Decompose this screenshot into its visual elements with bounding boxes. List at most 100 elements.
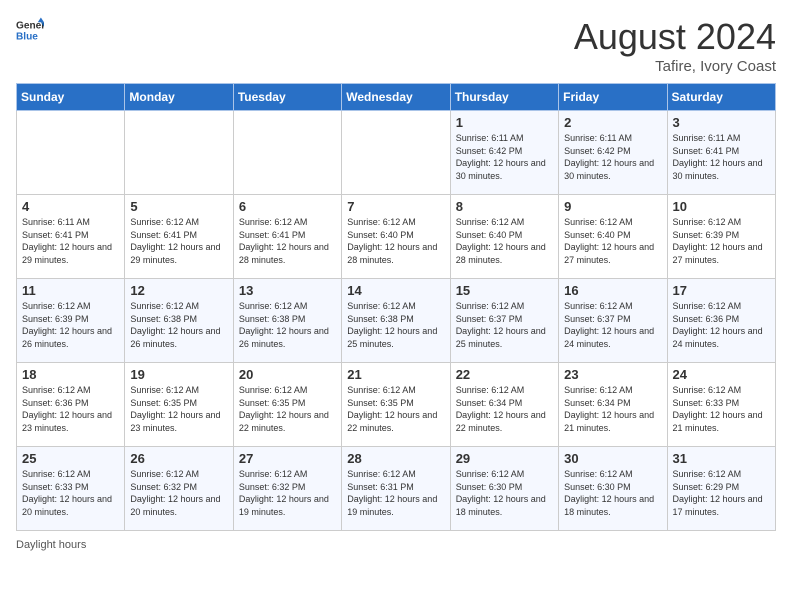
calendar-cell: 7Sunrise: 6:12 AM Sunset: 6:40 PM Daylig… xyxy=(342,195,450,279)
calendar-cell xyxy=(233,111,341,195)
calendar-cell: 24Sunrise: 6:12 AM Sunset: 6:33 PM Dayli… xyxy=(667,363,775,447)
day-info: Sunrise: 6:12 AM Sunset: 6:38 PM Dayligh… xyxy=(130,300,227,350)
calendar-cell: 25Sunrise: 6:12 AM Sunset: 6:33 PM Dayli… xyxy=(17,447,125,531)
day-header-tuesday: Tuesday xyxy=(233,84,341,111)
footer: Daylight hours xyxy=(16,539,776,551)
calendar-cell: 29 Sunrise: 6:12 AM Sunset: 6:30 PM Dayli… xyxy=(450,447,558,531)
day-info: Sunrise: 6:11 AM Sunset: 6:41 PM Dayligh… xyxy=(22,216,119,266)
calendar-cell: 11 Sunrise: 6:12 AM Sunset: 6:39 PM Dayli… xyxy=(17,279,125,363)
day-info: Sunrise: 6:12 AM Sunset: 6:37 PM Dayligh… xyxy=(564,300,661,350)
calendar-cell: 10 Sunrise: 6:12 AM Sunset: 6:39 PM Dayli… xyxy=(667,195,775,279)
day-info: Sunrise: 6:12 AM Sunset: 6:38 PM Dayligh… xyxy=(347,300,444,350)
day-header-monday: Monday xyxy=(125,84,233,111)
day-info: Sunrise: 6:12 AM Sunset: 6:39 PM Dayligh… xyxy=(673,216,770,266)
day-info: Sunrise: 6:12 AM Sunset: 6:41 PM Dayligh… xyxy=(239,216,336,266)
calendar-cell: 1 Sunrise: 6:11 AM Sunset: 6:42 PM Daylig… xyxy=(450,111,558,195)
calendar-cell: 9 Sunrise: 6:12 AM Sunset: 6:40 PM Daylig… xyxy=(559,195,667,279)
day-number: 10 xyxy=(673,199,770,214)
day-number: 4 xyxy=(22,199,119,214)
day-info: Sunrise: 6:12 AM Sunset: 6:34 PM Dayligh… xyxy=(456,384,553,434)
day-header-friday: Friday xyxy=(559,84,667,111)
day-info: Sunrise: 6:12 AM Sunset: 6:35 PM Dayligh… xyxy=(239,384,336,434)
calendar-cell: 22 Sunrise: 6:12 AM Sunset: 6:34 PM Dayli… xyxy=(450,363,558,447)
calendar-cell: 28Sunrise: 6:12 AM Sunset: 6:31 PM Dayli… xyxy=(342,447,450,531)
calendar-cell xyxy=(17,111,125,195)
calendar-cell: 18Sunrise: 6:12 AM Sunset: 6:36 PM Dayli… xyxy=(17,363,125,447)
day-info: Sunrise: 6:12 AM Sunset: 6:40 PM Dayligh… xyxy=(564,216,661,266)
day-info: Sunrise: 6:12 AM Sunset: 6:35 PM Dayligh… xyxy=(347,384,444,434)
day-info: Sunrise: 6:12 AM Sunset: 6:40 PM Dayligh… xyxy=(347,216,444,266)
day-info: Sunrise: 6:12 AM Sunset: 6:39 PM Dayligh… xyxy=(22,300,119,350)
calendar-cell: 8 Sunrise: 6:12 AM Sunset: 6:40 PM Daylig… xyxy=(450,195,558,279)
day-number: 22 xyxy=(456,367,553,382)
day-info: Sunrise: 6:12 AM Sunset: 6:30 PM Dayligh… xyxy=(456,468,553,518)
calendar-cell: 17Sunrise: 6:12 AM Sunset: 6:36 PM Dayli… xyxy=(667,279,775,363)
calendar-cell: 26Sunrise: 6:12 AM Sunset: 6:32 PM Dayli… xyxy=(125,447,233,531)
calendar-cell: 3 Sunrise: 6:11 AM Sunset: 6:41 PM Daylig… xyxy=(667,111,775,195)
day-info: Sunrise: 6:11 AM Sunset: 6:41 PM Dayligh… xyxy=(673,132,770,182)
day-number: 20 xyxy=(239,367,336,382)
page-header: General Blue August 2024 Tafire, Ivory C… xyxy=(16,16,776,75)
day-number: 2 xyxy=(564,115,661,130)
day-number: 6 xyxy=(239,199,336,214)
calendar-cell: 14 Sunrise: 6:12 AM Sunset: 6:38 PM Dayli… xyxy=(342,279,450,363)
logo: General Blue xyxy=(16,16,44,44)
day-number: 18 xyxy=(22,367,119,382)
day-number: 16 xyxy=(564,283,661,298)
day-number: 27 xyxy=(239,451,336,466)
calendar-cell: 19Sunrise: 6:12 AM Sunset: 6:35 PM Dayli… xyxy=(125,363,233,447)
calendar-week-5: 25Sunrise: 6:12 AM Sunset: 6:33 PM Dayli… xyxy=(17,447,776,531)
day-number: 9 xyxy=(564,199,661,214)
calendar-cell: 31 Sunrise: 6:12 AM Sunset: 6:29 PM Dayli… xyxy=(667,447,775,531)
day-number: 5 xyxy=(130,199,227,214)
day-number: 12 xyxy=(130,283,227,298)
day-number: 21 xyxy=(347,367,444,382)
calendar-week-2: 4 Sunrise: 6:11 AM Sunset: 6:41 PM Daylig… xyxy=(17,195,776,279)
day-info: Sunrise: 6:12 AM Sunset: 6:33 PM Dayligh… xyxy=(673,384,770,434)
day-number: 8 xyxy=(456,199,553,214)
calendar-cell: 2 Sunrise: 6:11 AM Sunset: 6:42 PM Daylig… xyxy=(559,111,667,195)
calendar-cell: 12 Sunrise: 6:12 AM Sunset: 6:38 PM Dayli… xyxy=(125,279,233,363)
calendar-cell: 15 Sunrise: 6:12 AM Sunset: 6:37 PM Dayli… xyxy=(450,279,558,363)
month-year: August 2024 xyxy=(574,16,776,58)
day-info: Sunrise: 6:12 AM Sunset: 6:37 PM Dayligh… xyxy=(456,300,553,350)
day-header-wednesday: Wednesday xyxy=(342,84,450,111)
day-number: 1 xyxy=(456,115,553,130)
calendar-cell: 5Sunrise: 6:12 AM Sunset: 6:41 PM Daylig… xyxy=(125,195,233,279)
calendar-cell: 4 Sunrise: 6:11 AM Sunset: 6:41 PM Daylig… xyxy=(17,195,125,279)
calendar-cell xyxy=(125,111,233,195)
calendar-week-4: 18Sunrise: 6:12 AM Sunset: 6:36 PM Dayli… xyxy=(17,363,776,447)
day-number: 23 xyxy=(564,367,661,382)
day-info: Sunrise: 6:12 AM Sunset: 6:38 PM Dayligh… xyxy=(239,300,336,350)
day-number: 14 xyxy=(347,283,444,298)
day-info: Sunrise: 6:11 AM Sunset: 6:42 PM Dayligh… xyxy=(456,132,553,182)
day-number: 31 xyxy=(673,451,770,466)
location: Tafire, Ivory Coast xyxy=(574,58,776,75)
day-number: 19 xyxy=(130,367,227,382)
calendar-cell: 6 Sunrise: 6:12 AM Sunset: 6:41 PM Daylig… xyxy=(233,195,341,279)
calendar-cell: 13 Sunrise: 6:12 AM Sunset: 6:38 PM Dayli… xyxy=(233,279,341,363)
day-info: Sunrise: 6:11 AM Sunset: 6:42 PM Dayligh… xyxy=(564,132,661,182)
calendar-cell: 20 Sunrise: 6:12 AM Sunset: 6:35 PM Dayli… xyxy=(233,363,341,447)
day-number: 15 xyxy=(456,283,553,298)
day-info: Sunrise: 6:12 AM Sunset: 6:40 PM Dayligh… xyxy=(456,216,553,266)
calendar-header-row: SundayMondayTuesdayWednesdayThursdayFrid… xyxy=(17,84,776,111)
day-info: Sunrise: 6:12 AM Sunset: 6:32 PM Dayligh… xyxy=(239,468,336,518)
day-number: 3 xyxy=(673,115,770,130)
calendar-cell: 21 Sunrise: 6:12 AM Sunset: 6:35 PM Dayli… xyxy=(342,363,450,447)
day-info: Sunrise: 6:12 AM Sunset: 6:30 PM Dayligh… xyxy=(564,468,661,518)
day-number: 29 xyxy=(456,451,553,466)
day-header-sunday: Sunday xyxy=(17,84,125,111)
day-number: 30 xyxy=(564,451,661,466)
daylight-label: Daylight hours xyxy=(16,539,86,551)
calendar-cell: 16 Sunrise: 6:12 AM Sunset: 6:37 PM Dayli… xyxy=(559,279,667,363)
logo-icon: General Blue xyxy=(16,16,44,44)
day-number: 13 xyxy=(239,283,336,298)
day-header-thursday: Thursday xyxy=(450,84,558,111)
day-info: Sunrise: 6:12 AM Sunset: 6:29 PM Dayligh… xyxy=(673,468,770,518)
calendar-week-1: 1 Sunrise: 6:11 AM Sunset: 6:42 PM Daylig… xyxy=(17,111,776,195)
day-header-saturday: Saturday xyxy=(667,84,775,111)
day-info: Sunrise: 6:12 AM Sunset: 6:33 PM Dayligh… xyxy=(22,468,119,518)
calendar-week-3: 11 Sunrise: 6:12 AM Sunset: 6:39 PM Dayli… xyxy=(17,279,776,363)
day-number: 11 xyxy=(22,283,119,298)
